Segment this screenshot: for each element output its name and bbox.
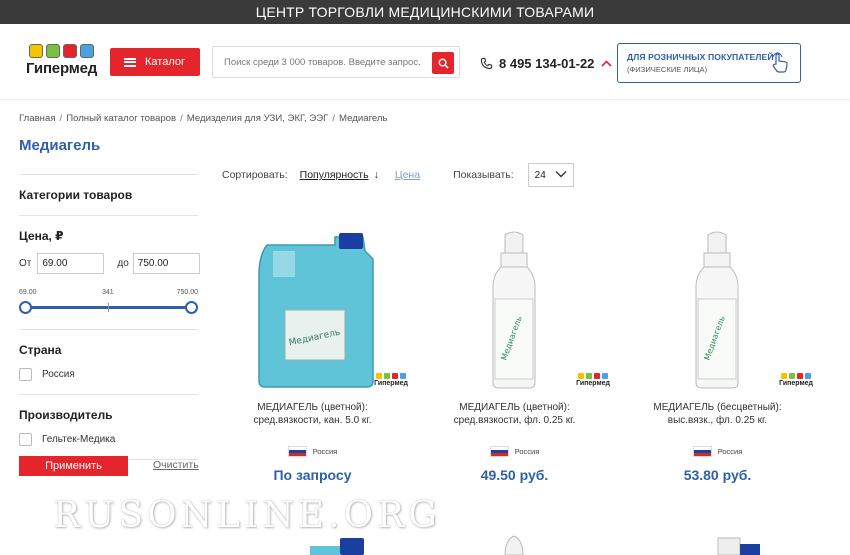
chevron-up-icon[interactable] xyxy=(601,59,612,67)
slider-min-label: 69.00 xyxy=(19,289,37,296)
menu-icon xyxy=(124,57,136,67)
clear-filter-link[interactable]: Очистить xyxy=(153,459,199,471)
next-row-product-image xyxy=(504,535,524,555)
per-page-label: Показывать: xyxy=(453,169,514,181)
next-row-product-image xyxy=(717,537,760,555)
maker-option-label: Гельтек-Медика xyxy=(42,434,116,445)
watermark-logo: Гипермед xyxy=(374,373,408,387)
product-name[interactable]: МЕДИАГЕЛЬ (бесцветный): выс.вязк., фл. 0… xyxy=(620,402,815,427)
maker-checkbox[interactable] xyxy=(19,433,32,446)
product-price: 49.50 руб. xyxy=(480,467,549,483)
product-card[interactable]: Медиагель Гипермед МЕДИАГЕЛЬ (цветной): … xyxy=(417,215,612,483)
slider-max-handle[interactable] xyxy=(185,301,198,314)
price-slider[interactable] xyxy=(19,301,198,315)
flag-russia-icon xyxy=(287,446,307,457)
product-country: Россия xyxy=(215,446,410,457)
flag-russia-icon xyxy=(489,446,509,457)
price-heading: Цена, ₽ xyxy=(19,229,64,243)
slider-max-label: 750.00 xyxy=(176,289,198,296)
maker-option[interactable]: Гельтек-Медика xyxy=(19,433,198,446)
price-from-label: От xyxy=(19,258,32,269)
phone-block[interactable]: 8 495 134-01-22 xyxy=(480,54,612,72)
per-page-select[interactable]: 24 xyxy=(527,163,574,187)
product-image[interactable]: Медиагель Гипермед xyxy=(417,215,612,395)
sort-price[interactable]: Цена xyxy=(395,169,420,181)
sort-direction-icon[interactable]: ↓ xyxy=(374,169,379,181)
country-heading: Страна xyxy=(19,343,62,357)
logo-text: Гипермед xyxy=(26,60,98,77)
breadcrumb: Главная / Полный каталог товаров / Медиздели… xyxy=(19,113,388,124)
price-to-label: до xyxy=(117,258,129,269)
logo-marks-icon xyxy=(29,44,100,58)
watermark-logo-text: Гипермед xyxy=(576,380,610,387)
product-country: Россия xyxy=(620,446,815,457)
watermark-logo-text: Гипермед xyxy=(374,380,408,387)
sort-label: Сортировать: xyxy=(222,169,288,181)
breadcrumb-home[interactable]: Главная xyxy=(19,113,56,124)
catalog-button[interactable]: Каталог xyxy=(110,48,200,76)
product-name[interactable]: МЕДИАГЕЛЬ (цветной): сред.вязкости, фл. … xyxy=(417,402,612,427)
breadcrumb-category[interactable]: Медизделия для УЗИ, ЭКГ, ЭЭГ xyxy=(187,113,329,124)
watermark-logo: Гипермед xyxy=(779,373,813,387)
filter-sidebar: Категории товаров Цена, ₽ От до 69.00 34… xyxy=(19,174,200,460)
product-image[interactable]: Медиагель Гипермед xyxy=(620,215,815,395)
catalog-label: Каталог xyxy=(145,56,185,68)
product-card[interactable]: Медиагель Гипермед МЕДИАГЕЛЬ (бесцветный… xyxy=(620,215,815,483)
top-banner: ЦЕНТР ТОРГОВЛИ МЕДИЦИНСКИМИ ТОВАРАМИ xyxy=(0,0,850,24)
chevron-down-icon xyxy=(555,170,567,178)
site-logo[interactable]: Гипермед xyxy=(26,44,100,84)
sort-popularity[interactable]: Популярность xyxy=(300,169,369,181)
product-country: Россия xyxy=(417,446,612,457)
per-page-value: 24 xyxy=(534,169,546,181)
price-from-input[interactable] xyxy=(37,253,105,274)
search-input[interactable] xyxy=(213,47,423,77)
retail-customers-button[interactable]: ДЛЯ РОЗНИЧНЫХ ПОКУПАТЕЛЕЙ (ФИЗИЧЕСКИЕ ЛИ… xyxy=(617,43,801,83)
sort-bar: Сортировать: Популярность ↓ Цена Показыв… xyxy=(222,163,574,187)
product-price: 53.80 руб. xyxy=(683,467,752,483)
breadcrumb-catalog[interactable]: Полный каталог товаров xyxy=(66,113,176,124)
slider-min-handle[interactable] xyxy=(19,301,32,314)
breadcrumb-current: Медиагель xyxy=(339,113,388,124)
product-image[interactable]: Медиагель Гипермед xyxy=(215,215,410,395)
search-button[interactable] xyxy=(432,52,454,74)
price-to-input[interactable] xyxy=(132,253,200,274)
site-watermark: RUSONLINE.ORG xyxy=(53,495,441,536)
watermark-logo-text: Гипермед xyxy=(779,380,813,387)
country-checkbox[interactable] xyxy=(19,368,32,381)
product-price: По запросу xyxy=(273,467,352,483)
site-header: Гипермед Каталог 8 495 134-01-22 ДЛЯ РОЗ… xyxy=(0,24,850,100)
phone-number: 8 495 134-01-22 xyxy=(499,55,595,71)
search-icon xyxy=(438,58,449,69)
product-name[interactable]: МЕДИАГЕЛЬ (цветной): сред.вязкости, кан.… xyxy=(215,402,410,427)
categories-heading[interactable]: Категории товаров xyxy=(19,188,198,202)
apply-filter-button[interactable]: Применить xyxy=(19,456,128,476)
phone-icon xyxy=(480,57,493,70)
maker-heading: Производитель xyxy=(19,408,113,422)
price-slider-labels: 69.00 341 750.00 xyxy=(19,289,198,299)
hand-pointer-icon xyxy=(769,52,793,79)
watermark-logo: Гипермед xyxy=(576,373,610,387)
country-option-label: Россия xyxy=(42,369,75,380)
slider-mid-label: 341 xyxy=(102,289,114,296)
product-card[interactable]: Медиагель Гипермед МЕДИАГЕЛЬ (цветной): … xyxy=(215,215,410,483)
country-option[interactable]: Россия xyxy=(19,368,198,381)
flag-russia-icon xyxy=(692,446,712,457)
search-box xyxy=(212,46,460,78)
page-title: Медиагель xyxy=(19,137,101,154)
